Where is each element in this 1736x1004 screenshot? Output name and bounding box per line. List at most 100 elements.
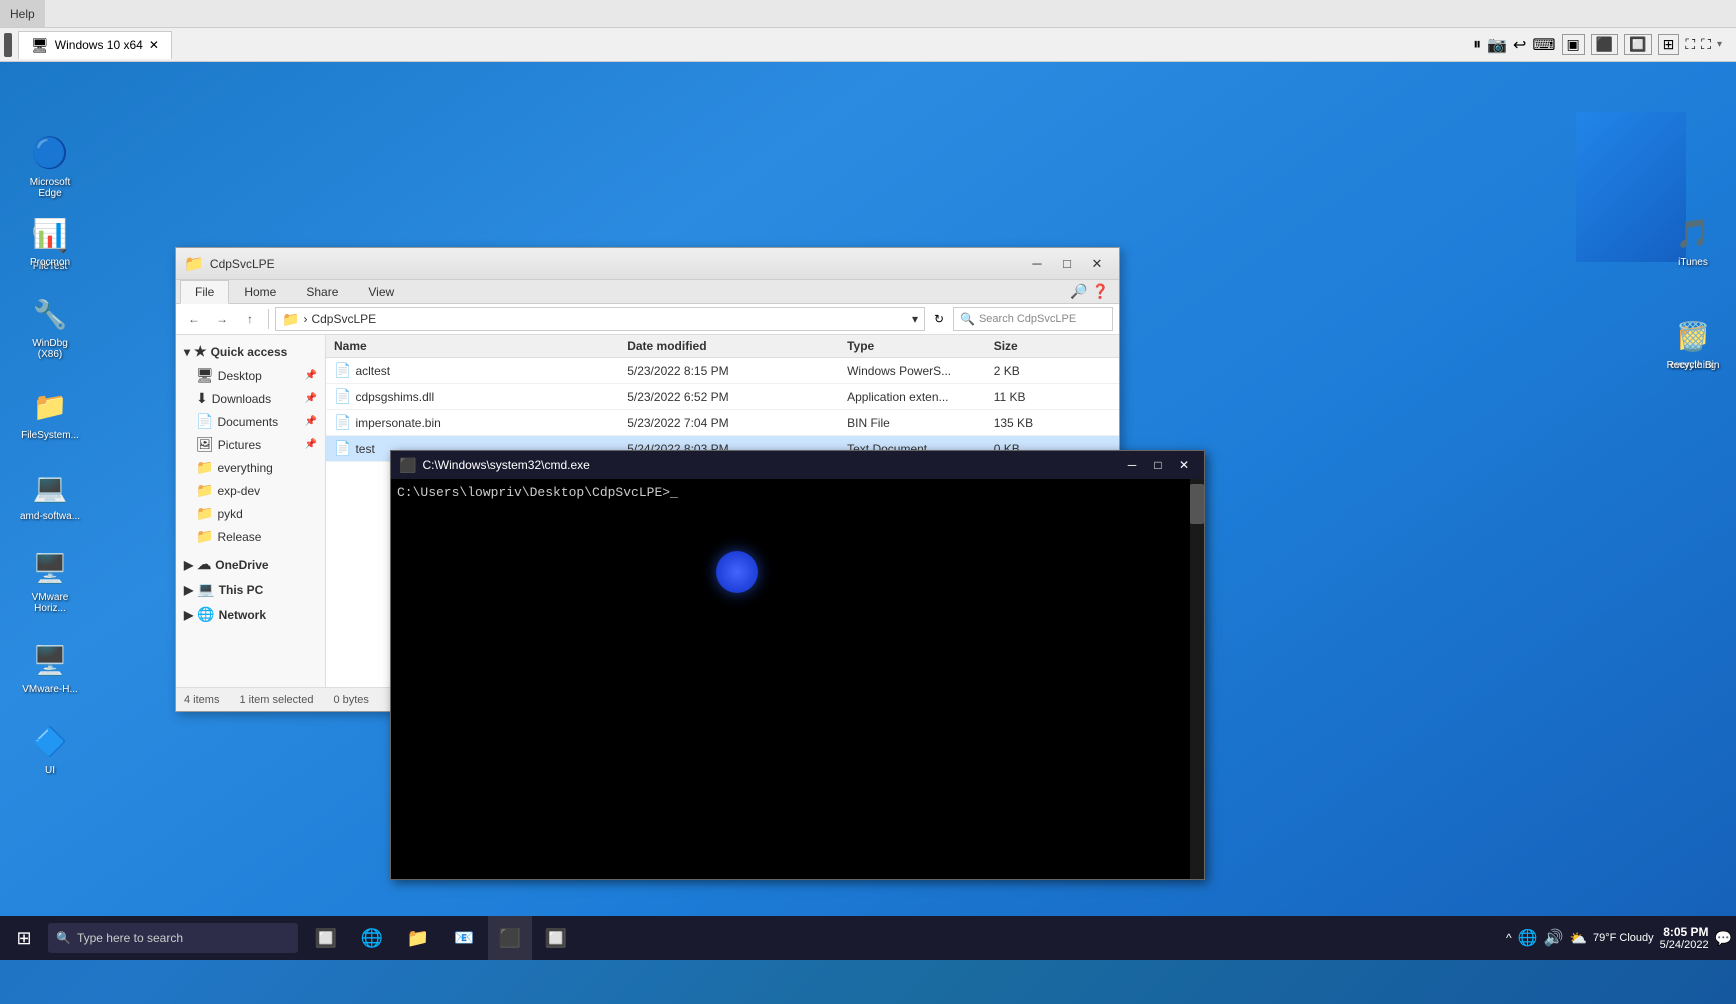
view-btn-1[interactable]: ▣ bbox=[1562, 34, 1585, 55]
cmd-minimize-btn[interactable]: ─ bbox=[1120, 455, 1144, 475]
fe-close-btn[interactable]: ✕ bbox=[1083, 253, 1111, 275]
od-icon: ☁ bbox=[197, 556, 211, 573]
table-row[interactable]: 📄 acltest 5/23/2022 8:15 PM Windows Powe… bbox=[326, 358, 1119, 384]
fe-maximize-btn[interactable]: □ bbox=[1053, 253, 1081, 275]
file-icon-3: 📄 bbox=[334, 440, 351, 457]
search-icon: 🔍 bbox=[56, 931, 71, 945]
col-size[interactable]: Size bbox=[994, 339, 1111, 353]
desktop-icon-recycle[interactable]: 🗑️ Recycle Bin bbox=[1658, 310, 1728, 375]
sidebar-item-downloads[interactable]: ⬇ Downloads 📌 bbox=[176, 387, 325, 410]
taskbar-mail[interactable]: 📧 bbox=[442, 916, 486, 960]
view-btn-4[interactable]: ⊞ bbox=[1658, 34, 1680, 55]
fe-tab-view[interactable]: View bbox=[353, 280, 409, 303]
cmd-cursor: _ bbox=[670, 485, 678, 500]
taskbar-edge[interactable]: 🌐 bbox=[350, 916, 394, 960]
send-key-btn[interactable]: ⌨ bbox=[1532, 35, 1555, 55]
amd-label: amd-softwa... bbox=[19, 511, 81, 522]
notification-icon[interactable]: 💬 bbox=[1715, 930, 1732, 947]
desktop-icon-vmware-horiz[interactable]: 🖥️ VMware Horiz... bbox=[15, 542, 85, 618]
view-btn-2[interactable]: ⬛ bbox=[1591, 34, 1618, 55]
cmd-scrollbar-thumb[interactable] bbox=[1190, 484, 1204, 524]
view-expand[interactable]: ⛶ bbox=[1685, 36, 1695, 53]
cmd-content[interactable]: C:\Users\lowpriv\Desktop\CdpSvcLPE>_ bbox=[391, 479, 1204, 879]
fe-refresh-btn[interactable]: ↻ bbox=[929, 308, 949, 330]
fe-search-box[interactable]: 🔍 Search CdpSvcLPE bbox=[953, 307, 1113, 331]
cell-name-0: 📄 acltest bbox=[334, 362, 627, 379]
taskbar-extra[interactable]: 🔲 bbox=[534, 916, 578, 960]
cmd-scrollbar[interactable] bbox=[1190, 479, 1204, 879]
cmd-maximize-btn[interactable]: □ bbox=[1146, 455, 1170, 475]
cmd-titlebar: ⬛ C:\Windows\system32\cmd.exe ─ □ ✕ bbox=[391, 451, 1204, 479]
fe-address-text: › bbox=[303, 312, 307, 326]
desktop-icon-procmon[interactable]: 📊 Procmon bbox=[15, 207, 85, 272]
taskbar-task-view[interactable]: 🔲 bbox=[304, 916, 348, 960]
cmd-close-btn[interactable]: ✕ bbox=[1172, 455, 1196, 475]
expdev-item-icon: 📁 bbox=[196, 482, 213, 499]
tray-network-icon: 🌐 bbox=[1518, 928, 1538, 948]
desktop-icon-ui[interactable]: 🔷 UI bbox=[15, 715, 85, 780]
pin-icon-downloads: 📌 bbox=[305, 393, 317, 404]
tab-close[interactable]: ✕ bbox=[149, 38, 159, 52]
desktop-icon-amd[interactable]: 💻 amd-softwa... bbox=[15, 461, 85, 526]
fe-up-btn[interactable]: ↑ bbox=[238, 308, 262, 330]
fe-tab-share[interactable]: Share bbox=[291, 280, 353, 303]
sidebar-quick-access[interactable]: ▾ ★ Quick access bbox=[176, 339, 325, 364]
sidebar-item-documents[interactable]: 📄 Documents 📌 bbox=[176, 410, 325, 433]
sidebar-this-pc[interactable]: ▶ 💻 This PC bbox=[176, 577, 325, 602]
vmware-tab[interactable]: 🖥 Windows 10 x64 ✕ bbox=[18, 31, 172, 59]
desktop-icon-windbg[interactable]: 🔧 WinDbg (X86) bbox=[15, 288, 85, 364]
desktop-item-label: Desktop bbox=[218, 369, 262, 383]
sidebar-item-release[interactable]: 📁 Release bbox=[176, 525, 325, 548]
fe-tab-file[interactable]: File bbox=[180, 280, 229, 304]
clock[interactable]: 8:05 PM 5/24/2022 bbox=[1660, 925, 1709, 951]
desktop-icon-filesystem[interactable]: 📁 FileSystem... bbox=[15, 380, 85, 445]
cell-size-0: 2 KB bbox=[994, 364, 1111, 378]
fe-tab-home[interactable]: Home bbox=[229, 280, 291, 303]
pause-btn[interactable]: ⏸ bbox=[1473, 36, 1481, 54]
taskbar-search[interactable]: 🔍 Type here to search bbox=[48, 923, 298, 953]
col-name[interactable]: Name bbox=[334, 339, 627, 353]
col-date[interactable]: Date modified bbox=[627, 339, 847, 353]
sidebar-item-expdev[interactable]: 📁 exp-dev bbox=[176, 479, 325, 502]
toolbar-actions: ⏸ 📷 ↩ ⌨ ▣ ⬛ 🔲 ⊞ ⛶ ⛶ ▾ bbox=[1473, 34, 1732, 55]
menu-help[interactable]: Help bbox=[0, 0, 45, 27]
revert-btn[interactable]: ↩ bbox=[1513, 35, 1526, 55]
sidebar-item-pykd[interactable]: 📁 pykd bbox=[176, 502, 325, 525]
documents-item-icon: 📄 bbox=[196, 413, 213, 430]
col-type[interactable]: Type bbox=[847, 339, 994, 353]
start-button[interactable]: ⊞ bbox=[0, 916, 48, 960]
taskbar-explorer[interactable]: 📁 bbox=[396, 916, 440, 960]
fe-back-btn[interactable]: ← bbox=[182, 308, 206, 330]
view-btn-3[interactable]: 🔲 bbox=[1624, 34, 1651, 55]
desktop-icon-itunes[interactable]: 🎵 iTunes bbox=[1658, 207, 1728, 272]
cell-size-1: 11 KB bbox=[994, 390, 1111, 404]
qa-icon: ★ bbox=[194, 343, 207, 360]
qa-label: Quick access bbox=[211, 345, 288, 359]
taskbar-cmd[interactable]: ⬛ bbox=[488, 916, 532, 960]
fe-help-icon[interactable]: ❓ bbox=[1092, 283, 1109, 300]
table-row[interactable]: 📄 cdpsgshims.dll 5/23/2022 6:52 PM Appli… bbox=[326, 384, 1119, 410]
desktop-icon-edge[interactable]: 🔵 Microsoft Edge bbox=[15, 127, 85, 203]
recycle-label: Recycle Bin bbox=[1662, 360, 1724, 371]
amd-icon: 💻 bbox=[28, 465, 72, 509]
sidebar-item-pictures[interactable]: 🖼 Pictures 📌 bbox=[176, 433, 325, 456]
pc-label: This PC bbox=[219, 583, 264, 597]
table-row[interactable]: 📄 impersonate.bin 5/23/2022 7:04 PM BIN … bbox=[326, 410, 1119, 436]
tray-arrow[interactable]: ^ bbox=[1506, 931, 1512, 945]
tray-volume-icon: 🔊 bbox=[1544, 928, 1564, 948]
sidebar-item-desktop[interactable]: 🖥 Desktop 📌 bbox=[176, 364, 325, 387]
sidebar-onedrive[interactable]: ▶ ☁ OneDrive bbox=[176, 552, 325, 577]
fe-address-bar[interactable]: 📁 › CdpSvcLPE ▾ bbox=[275, 307, 925, 331]
fl-header: Name Date modified Type Size bbox=[326, 335, 1119, 358]
sidebar-item-everything[interactable]: 📁 everything bbox=[176, 456, 325, 479]
fe-minimize-btn[interactable]: ─ bbox=[1023, 253, 1051, 275]
fe-address-dropdown[interactable]: ▾ bbox=[912, 312, 918, 326]
sidebar-network[interactable]: ▶ 🌐 Network bbox=[176, 602, 325, 627]
pin-icon-desktop: 📌 bbox=[305, 370, 317, 381]
snapshot-btn[interactable]: 📷 bbox=[1487, 35, 1507, 55]
fe-forward-btn[interactable]: → bbox=[210, 308, 234, 330]
fe-title-text: CdpSvcLPE bbox=[210, 257, 275, 271]
desktop-icon-vmware-h[interactable]: 🖥️ VMware-H... bbox=[15, 634, 85, 699]
view-fullscreen[interactable]: ⛶ bbox=[1701, 36, 1711, 53]
qa-chevron: ▾ bbox=[184, 345, 190, 359]
